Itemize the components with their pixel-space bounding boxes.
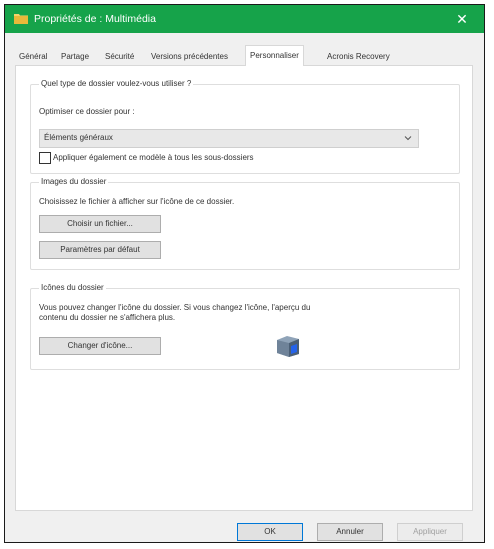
folder-pictures-description: Choisissez le fichier à afficher sur l'i… bbox=[39, 197, 235, 206]
cancel-button[interactable]: Annuler bbox=[317, 523, 383, 541]
close-button[interactable]: ✕ bbox=[440, 5, 484, 33]
ok-button[interactable]: OK bbox=[237, 523, 303, 541]
chevron-down-icon bbox=[404, 136, 412, 141]
tab-previous-versions[interactable]: Versions précédentes bbox=[147, 49, 232, 65]
tab-acronis-recovery[interactable]: Acronis Recovery bbox=[323, 49, 394, 65]
optimize-dropdown-value: Éléments généraux bbox=[44, 133, 113, 142]
change-icon-button[interactable]: Changer d'icône... bbox=[39, 337, 161, 355]
folder-type-title: Quel type de dossier voulez-vous utilise… bbox=[39, 79, 194, 88]
tab-customize[interactable]: Personnaliser bbox=[245, 45, 304, 66]
choose-file-button[interactable]: Choisir un fichier... bbox=[39, 215, 161, 233]
optimize-dropdown[interactable]: Éléments généraux bbox=[39, 129, 419, 148]
tab-sharing[interactable]: Partage bbox=[57, 49, 93, 65]
tab-panel-customize: Quel type de dossier voulez-vous utilise… bbox=[15, 65, 473, 511]
folder-icons-title: Icônes du dossier bbox=[39, 283, 106, 292]
optimize-label: Optimiser ce dossier pour : bbox=[39, 107, 135, 116]
folder-icons-description-1: Vous pouvez changer l'icône du dossier. … bbox=[39, 303, 311, 312]
restore-default-button[interactable]: Paramètres par défaut bbox=[39, 241, 161, 259]
apply-subfolders-checkbox[interactable] bbox=[39, 152, 51, 164]
folder-icons-group: Icônes du dossier Vous pouvez changer l'… bbox=[30, 283, 460, 370]
folder-type-group: Quel type de dossier voulez-vous utilise… bbox=[30, 79, 460, 174]
title-bar[interactable]: Propriétés de : Multimédia ✕ bbox=[5, 5, 484, 33]
folder-properties-icon bbox=[14, 14, 28, 24]
tab-strip: Général Partage Sécurité Versions précéd… bbox=[15, 45, 475, 66]
properties-dialog: Propriétés de : Multimédia ✕ Général Par… bbox=[4, 4, 485, 543]
folder-icons-description-2: contenu du dossier ne s'affichera plus. bbox=[39, 313, 176, 322]
tab-security[interactable]: Sécurité bbox=[101, 49, 138, 65]
window-title: Propriétés de : Multimédia bbox=[34, 13, 156, 25]
apply-subfolders-label: Appliquer également ce modèle à tous les… bbox=[53, 153, 254, 162]
folder-pictures-title: Images du dossier bbox=[39, 177, 109, 186]
apply-button[interactable]: Appliquer bbox=[397, 523, 463, 541]
folder-icon bbox=[277, 336, 299, 357]
folder-pictures-group: Images du dossier Choisissez le fichier … bbox=[30, 177, 460, 270]
tab-general[interactable]: Général bbox=[15, 49, 51, 65]
